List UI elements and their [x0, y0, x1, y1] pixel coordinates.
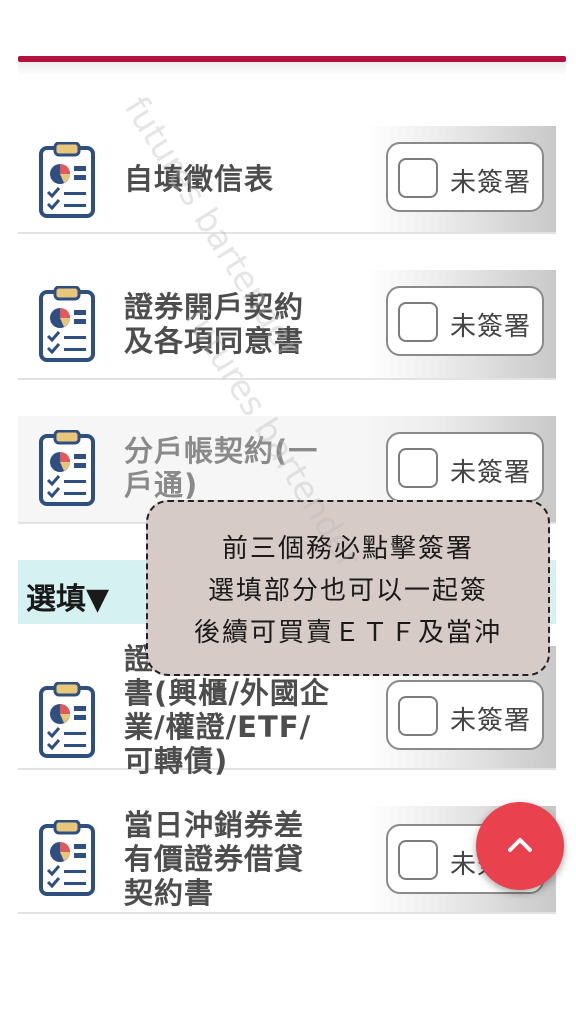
agreement-row-credit-form[interactable]: 自填徵信表 未簽署 [18, 126, 556, 234]
sign-button[interactable]: 未簽署 [386, 432, 544, 502]
checkbox-empty-icon[interactable] [398, 448, 438, 488]
tooltip-line-3: 後續可買賣ＥＴＦ及當沖 [193, 618, 502, 648]
sign-status-label: 未簽署 [450, 706, 532, 736]
row-title: 當日沖銷券差 有價證券借貸 契約書 [124, 808, 305, 910]
checkbox-empty-icon[interactable] [398, 158, 438, 198]
sign-button[interactable]: 未簽署 [386, 142, 544, 212]
checkbox-empty-icon[interactable] [398, 302, 438, 342]
sign-status-label: 未簽署 [450, 168, 532, 198]
sign-button[interactable]: 未簽署 [386, 680, 544, 750]
sign-status-label: 未簽署 [450, 312, 532, 342]
instruction-tooltip: 前三個務必點擊簽署 選填部分也可以一起簽 後續可買賣ＥＴＦ及當沖 [146, 500, 550, 676]
row-title: 證券開戶契約 及各項同意書 [124, 290, 305, 358]
optional-section-label: 選填▼ [26, 582, 110, 617]
agreement-row-day-trade[interactable]: 當日沖銷券差 有價證券借貸 契約書 未簽署 [18, 806, 556, 914]
agreement-row-account-contract[interactable]: 證券開戶契約 及各項同意書 未簽署 [18, 270, 556, 380]
header-shadow [18, 62, 566, 76]
clipboard-chart-icon [39, 820, 95, 896]
clipboard-chart-icon [39, 142, 95, 218]
clipboard-chart-icon [39, 682, 95, 758]
tooltip-line-1: 前三個務必點擊簽署 [221, 534, 474, 564]
row-title: 分戶帳契約(一 戶通) [124, 434, 319, 502]
clipboard-chart-icon [39, 430, 95, 506]
chevron-up-icon [508, 838, 532, 852]
row-title: 自填徵信表 [124, 162, 275, 196]
clipboard-chart-icon [39, 286, 95, 362]
checkbox-empty-icon[interactable] [398, 696, 438, 736]
sign-status-label: 未簽署 [450, 458, 532, 488]
sign-button[interactable]: 未簽署 [386, 286, 544, 356]
tooltip-line-2: 選填部分也可以一起簽 [207, 576, 488, 606]
checkbox-empty-icon[interactable] [398, 840, 438, 880]
scroll-top-button[interactable] [476, 802, 564, 890]
